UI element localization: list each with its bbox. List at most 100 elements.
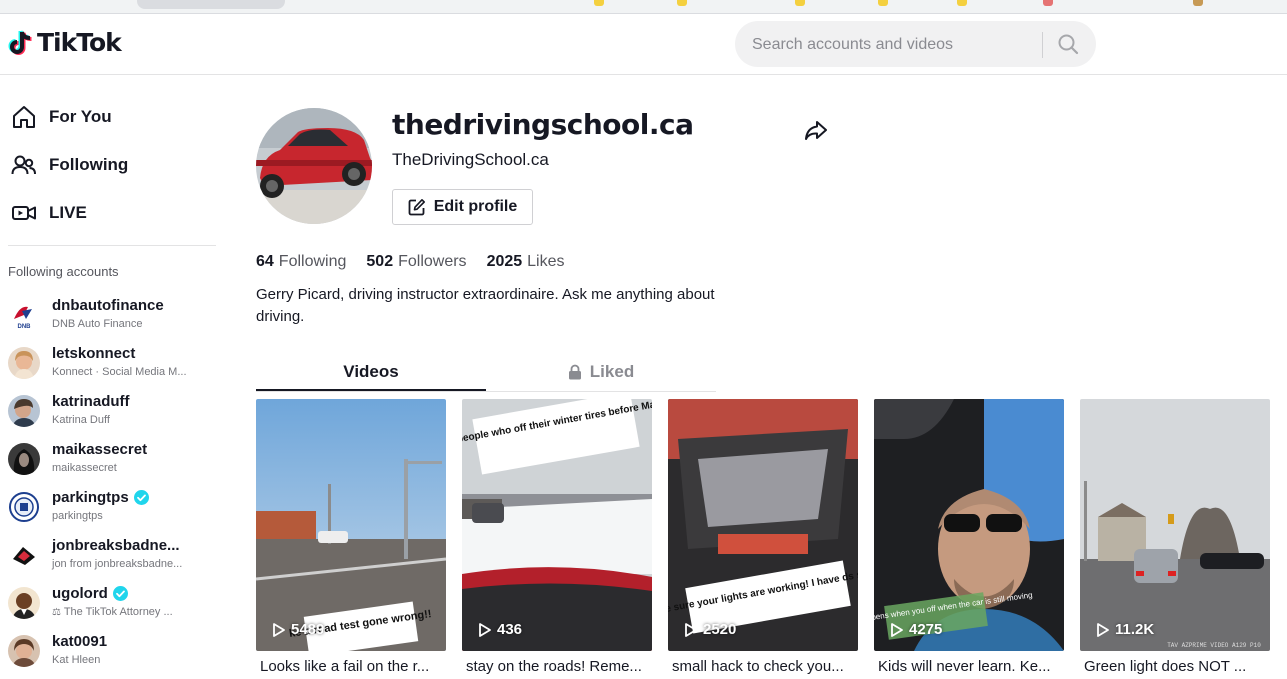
live-camera-icon bbox=[12, 206, 36, 220]
profile-display-name: TheDrivingSchool.ca bbox=[392, 150, 549, 169]
bookmark-icon[interactable] bbox=[878, 0, 888, 6]
video-caption[interactable]: Looks like a fail on the r... bbox=[260, 658, 446, 675]
view-count: 436 bbox=[478, 621, 522, 638]
account-username: katrinaduff bbox=[52, 393, 130, 410]
tab-videos[interactable]: Videos bbox=[256, 355, 486, 391]
profile-stats: 64 Following 502 Followers 2025 Likes bbox=[256, 253, 565, 271]
account-username: letskonnect bbox=[52, 345, 136, 362]
tiktok-logo[interactable]: TikTok bbox=[8, 28, 122, 57]
view-count: 11.2K bbox=[1096, 621, 1154, 638]
verified-badge-icon bbox=[133, 490, 149, 505]
avatar bbox=[8, 443, 40, 475]
account-display-name: parkingtps bbox=[52, 510, 103, 522]
avatar: DNB bbox=[8, 299, 40, 331]
bookmark-icon[interactable] bbox=[795, 0, 805, 6]
search-input[interactable] bbox=[750, 21, 1034, 69]
profile-avatar bbox=[256, 108, 372, 224]
nav-following[interactable]: Following bbox=[11, 145, 128, 185]
video-caption[interactable]: Green light does NOT ... bbox=[1084, 658, 1270, 675]
account-display-name: jon from jonbreaksbadne... bbox=[52, 558, 183, 570]
video-thumbnail-image: how to make sure your lights are working… bbox=[668, 399, 858, 651]
following-account[interactable]: kat0091 Kat Hleen bbox=[8, 631, 218, 671]
play-icon bbox=[479, 622, 491, 637]
search-icon bbox=[1058, 34, 1079, 55]
following-account[interactable]: maikassecret maikassecret bbox=[8, 439, 218, 479]
bookmark-icon[interactable] bbox=[1043, 0, 1053, 6]
verified-badge-icon bbox=[112, 586, 128, 601]
profile-username: thedrivingschool.ca bbox=[392, 108, 694, 141]
view-count: 2520 bbox=[684, 621, 736, 638]
view-count: 5489 bbox=[272, 621, 324, 638]
sidebar-divider bbox=[8, 245, 216, 246]
video-caption[interactable]: Kids will never learn. Ke... bbox=[878, 658, 1064, 675]
sidebar: For You Following LIVE Following account… bbox=[0, 75, 216, 679]
users-icon bbox=[11, 155, 36, 175]
play-icon bbox=[891, 622, 903, 637]
view-count: 4275 bbox=[890, 621, 942, 638]
account-display-name: DNB Auto Finance bbox=[52, 318, 143, 330]
account-username: kat0091 bbox=[52, 633, 108, 650]
share-arrow-icon bbox=[805, 121, 827, 140]
nav-label: LIVE bbox=[49, 203, 87, 222]
account-username: parkingtps bbox=[52, 489, 149, 506]
search-divider bbox=[1042, 32, 1043, 58]
home-icon bbox=[13, 106, 35, 128]
following-account[interactable]: jonbreaksbadne... jon from jonbreaksbadn… bbox=[8, 535, 218, 575]
account-display-name: Katrina Duff bbox=[52, 414, 110, 426]
tiktok-note-icon bbox=[8, 30, 32, 55]
bookmark-icon[interactable] bbox=[957, 0, 967, 6]
bookmark-icon[interactable] bbox=[1193, 0, 1203, 6]
profile-tabs: Videos Liked bbox=[256, 355, 716, 392]
search-bar bbox=[735, 21, 1096, 69]
following-account[interactable]: letskonnect Konnect · Social Media M... bbox=[8, 343, 218, 383]
video-thumbnail[interactable]: TAV AZPRIME VIDEO A129 P10 11.2K bbox=[1080, 399, 1270, 651]
edit-pencil-icon bbox=[408, 199, 425, 216]
nav-for-you[interactable]: For You bbox=[11, 97, 112, 137]
lock-icon bbox=[568, 364, 581, 380]
video-thumbnail[interactable]: What happens when you off when the car i… bbox=[874, 399, 1064, 651]
avatar bbox=[8, 587, 40, 619]
following-accounts-title: Following accounts bbox=[8, 264, 119, 279]
browser-tab-strip bbox=[0, 0, 1287, 14]
edit-profile-button[interactable]: Edit profile bbox=[392, 189, 533, 225]
nav-label: Following bbox=[49, 155, 129, 174]
overlay-text-fragment: TAV AZPRIME VIDEO A129 P10 bbox=[1167, 642, 1261, 649]
video-thumbnail[interactable]: ke a road test gone wrong!! 5489 bbox=[256, 399, 446, 651]
following-account[interactable]: ugolord ⚖ The TikTok Attorney ... bbox=[8, 583, 218, 623]
account-display-name: Konnect · Social Media M... bbox=[52, 366, 187, 378]
avatar bbox=[8, 539, 40, 571]
stat-followers[interactable]: 502 Followers bbox=[366, 253, 466, 271]
top-header: TikTok bbox=[0, 14, 1287, 75]
bookmark-icon[interactable] bbox=[594, 0, 604, 6]
tab-liked[interactable]: Liked bbox=[486, 355, 716, 389]
account-display-name: maikassecret bbox=[52, 462, 117, 474]
avatar bbox=[8, 395, 40, 427]
video-thumbnail-image: ke a road test gone wrong!! bbox=[256, 399, 446, 651]
edit-profile-label: Edit profile bbox=[433, 198, 518, 215]
avatar bbox=[8, 635, 40, 667]
play-icon bbox=[273, 622, 285, 637]
video-thumbnail[interactable]: To those people who off their winter tir… bbox=[462, 399, 652, 651]
following-account[interactable]: parkingtps parkingtps bbox=[8, 487, 218, 527]
following-account[interactable]: DNB dnbautofinance DNB Auto Finance bbox=[8, 295, 218, 335]
video-caption[interactable]: stay on the roads! Reme... bbox=[466, 658, 652, 675]
svg-text:DNB: DNB bbox=[18, 324, 32, 330]
following-account[interactable]: katrinaduff Katrina Duff bbox=[8, 391, 218, 431]
profile-bio: Gerry Picard, driving instructor extraor… bbox=[256, 286, 715, 325]
video-thumbnail-image: To those people who off their winter tir… bbox=[462, 399, 652, 651]
browser-active-tab[interactable] bbox=[137, 0, 285, 9]
video-thumbnail-image: What happens when you off when the car i… bbox=[874, 399, 1064, 651]
bookmark-icon[interactable] bbox=[677, 0, 687, 6]
video-thumbnail[interactable]: how to make sure your lights are working… bbox=[668, 399, 858, 651]
video-thumbnail-image: TAV AZPRIME VIDEO A129 P10 bbox=[1080, 399, 1270, 651]
video-caption[interactable]: small hack to check you... bbox=[672, 658, 858, 675]
search-button[interactable] bbox=[1053, 30, 1083, 58]
stat-following[interactable]: 64 Following bbox=[256, 253, 346, 271]
account-username: ugolord bbox=[52, 585, 128, 602]
share-button[interactable] bbox=[803, 118, 829, 142]
account-username: maikassecret bbox=[52, 441, 148, 458]
play-icon bbox=[685, 622, 697, 637]
account-display-name: ⚖ The TikTok Attorney ... bbox=[52, 606, 173, 618]
nav-live[interactable]: LIVE bbox=[11, 193, 87, 233]
stat-likes: 2025 Likes bbox=[486, 253, 565, 270]
